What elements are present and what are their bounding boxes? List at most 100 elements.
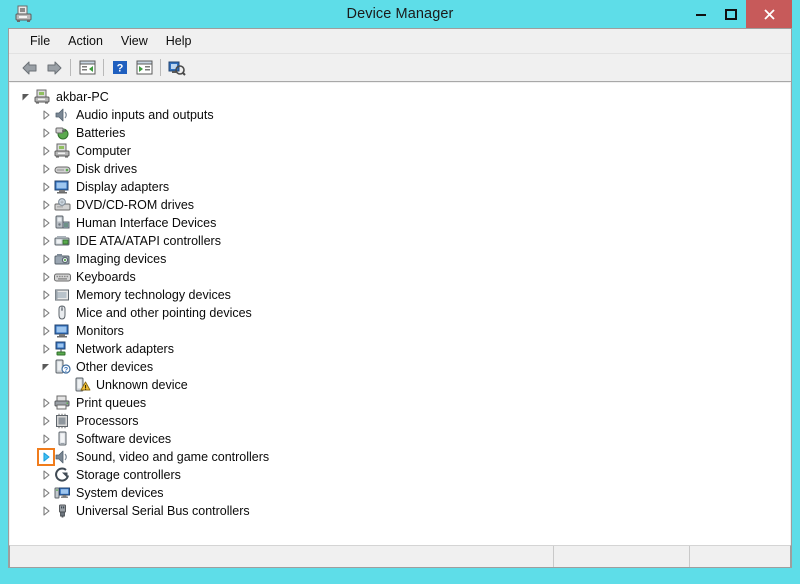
- hid-icon: [54, 215, 72, 231]
- tree-item[interactable]: DVD/CD-ROM drives: [10, 196, 790, 214]
- display-icon: [54, 179, 72, 195]
- toolbar-separator: [70, 59, 71, 76]
- collapse-arrow-icon[interactable]: [38, 304, 54, 322]
- device-manager-icon: [14, 4, 34, 24]
- keyboard-icon: [54, 269, 72, 285]
- tree-item[interactable]: Network adapters: [10, 340, 790, 358]
- tree-item[interactable]: akbar-PC: [10, 88, 790, 106]
- tree-item[interactable]: Human Interface Devices: [10, 214, 790, 232]
- tree-item-label: Sound, video and game controllers: [76, 450, 270, 464]
- tree-item-label: Universal Serial Bus controllers: [76, 504, 250, 518]
- collapse-arrow-icon[interactable]: [38, 214, 54, 232]
- tree-item[interactable]: Audio inputs and outputs: [10, 106, 790, 124]
- status-message: [10, 546, 554, 567]
- tree-item[interactable]: Software devices: [10, 430, 790, 448]
- tree-item[interactable]: IDE ATA/ATAPI controllers: [10, 232, 790, 250]
- tree-item-label: Mice and other pointing devices: [76, 306, 252, 320]
- ide-controller-icon: [54, 233, 72, 249]
- computer-icon: [34, 89, 52, 105]
- tree-item[interactable]: Sound, video and game controllers: [10, 448, 790, 466]
- collapse-arrow-icon[interactable]: [38, 106, 54, 124]
- collapse-arrow-icon[interactable]: [38, 340, 54, 358]
- tree-item-label: Disk drives: [76, 162, 138, 176]
- menu-item-view[interactable]: View: [112, 32, 157, 50]
- menu-item-file[interactable]: File: [21, 32, 59, 50]
- window-title: Device Manager: [346, 6, 454, 22]
- collapse-arrow-icon[interactable]: [38, 322, 54, 340]
- tree-item[interactable]: System devices: [10, 484, 790, 502]
- tree-item[interactable]: Storage controllers: [10, 466, 790, 484]
- tree-item-label: Storage controllers: [76, 468, 181, 482]
- menu-item-action[interactable]: Action: [59, 32, 112, 50]
- toolbar-separator: [103, 59, 104, 76]
- tree-item-label: Display adapters: [76, 180, 170, 194]
- collapse-arrow-icon[interactable]: [38, 232, 54, 250]
- collapse-arrow-icon[interactable]: [38, 286, 54, 304]
- speaker-icon: [54, 449, 72, 465]
- expand-arrow-icon[interactable]: [38, 358, 54, 376]
- tree-item[interactable]: Processors: [10, 412, 790, 430]
- tree-item-label: Batteries: [76, 126, 126, 140]
- menu-item-help[interactable]: Help: [157, 32, 201, 50]
- mouse-icon: [54, 305, 72, 321]
- expand-arrow-icon[interactable]: [18, 88, 34, 106]
- minimize-button[interactable]: [686, 0, 716, 28]
- tree-item[interactable]: Print queues: [10, 394, 790, 412]
- collapse-arrow-icon[interactable]: [38, 484, 54, 502]
- tree-item[interactable]: Monitors: [10, 322, 790, 340]
- collapse-arrow-icon[interactable]: [38, 394, 54, 412]
- collapse-arrow-icon[interactable]: [38, 124, 54, 142]
- back-button[interactable]: [18, 57, 42, 79]
- computer-icon: [54, 143, 72, 159]
- menu-bar: File Action View Help: [9, 29, 791, 54]
- status-pane-3: [690, 546, 790, 567]
- tree-item[interactable]: Computer: [10, 142, 790, 160]
- forward-button[interactable]: [42, 57, 66, 79]
- device-tree-panel[interactable]: akbar-PC Audio inputs and outputs Batterie…: [10, 83, 790, 545]
- collapse-arrow-icon[interactable]: [38, 178, 54, 196]
- tree-item-label: Audio inputs and outputs: [76, 108, 214, 122]
- collapse-arrow-icon[interactable]: [38, 142, 54, 160]
- disk-drive-icon: [54, 161, 72, 177]
- tree-item-label: Unknown device: [96, 378, 188, 392]
- device-manager-window: Device Manager File Action View Help ? a…: [0, 0, 800, 584]
- status-pane-2: [554, 546, 690, 567]
- status-bar: [9, 545, 791, 568]
- collapse-arrow-icon[interactable]: [38, 196, 54, 214]
- collapse-arrow-icon[interactable]: [38, 268, 54, 286]
- scan-hardware-changes-button[interactable]: [165, 57, 189, 79]
- close-button[interactable]: [746, 0, 792, 28]
- tree-item[interactable]: ? Other devices: [10, 358, 790, 376]
- collapse-arrow-icon[interactable]: [38, 160, 54, 178]
- collapse-arrow-icon[interactable]: [38, 502, 54, 520]
- processor-icon: [54, 413, 72, 429]
- tree-item[interactable]: Unknown device: [10, 376, 790, 394]
- tree-item-label: Human Interface Devices: [76, 216, 217, 230]
- tree-item[interactable]: Display adapters: [10, 178, 790, 196]
- caption-buttons: [686, 0, 792, 28]
- tree-item[interactable]: Disk drives: [10, 160, 790, 178]
- tree-item-label: akbar-PC: [56, 90, 109, 104]
- properties-button[interactable]: [132, 57, 156, 79]
- tree-item[interactable]: Memory technology devices: [10, 286, 790, 304]
- show-hide-console-tree-button[interactable]: [75, 57, 99, 79]
- tree-item-label: DVD/CD-ROM drives: [76, 198, 195, 212]
- tree-item-label: System devices: [76, 486, 164, 500]
- collapse-arrow-icon[interactable]: [38, 412, 54, 430]
- tree-item[interactable]: Universal Serial Bus controllers: [10, 502, 790, 520]
- help-button[interactable]: ?: [108, 57, 132, 79]
- tree-item[interactable]: Mice and other pointing devices: [10, 304, 790, 322]
- collapse-arrow-icon[interactable]: [38, 466, 54, 484]
- tree-item[interactable]: Batteries: [10, 124, 790, 142]
- collapse-arrow-icon[interactable]: [38, 448, 54, 466]
- tree-item[interactable]: Keyboards: [10, 268, 790, 286]
- collapse-arrow-icon[interactable]: [38, 430, 54, 448]
- tree-item[interactable]: Imaging devices: [10, 250, 790, 268]
- tree-item-label: IDE ATA/ATAPI controllers: [76, 234, 221, 248]
- unknown-device-icon: ?: [54, 359, 72, 375]
- usb-icon: [54, 503, 72, 519]
- collapse-arrow-icon[interactable]: [38, 250, 54, 268]
- speaker-icon: [54, 107, 72, 123]
- maximize-button[interactable]: [716, 0, 746, 28]
